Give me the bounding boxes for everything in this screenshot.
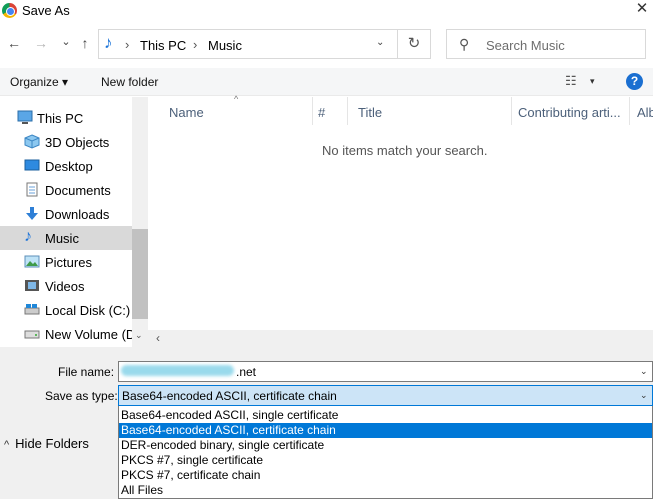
chevron-down-icon[interactable]: ⌄ [640,366,648,377]
sidebar-item-label: 3D Objects [45,135,110,150]
save-type-value: Base64-encoded ASCII, certificate chain [122,389,337,403]
refresh-icon[interactable]: ↻ [398,29,431,59]
hide-folders-label: Hide Folders [15,436,89,451]
command-bar: Organize ▾ New folder ☷ ▾ ? [0,68,653,96]
breadcrumb-separator: › [193,37,198,52]
column-divider[interactable] [629,97,630,125]
sidebar-item-label: Videos [45,279,85,294]
pc-icon [17,110,33,125]
column-header-album[interactable]: Alb [637,105,653,120]
view-dropdown-icon[interactable]: ▾ [590,76,595,87]
sidebar-item-label: New Volume (D [45,327,136,342]
column-header-number[interactable]: # [318,105,325,120]
dropdown-option-selected[interactable]: Base64-encoded ASCII, certificate chain [119,423,652,438]
file-name-label: File name: [58,365,115,379]
help-icon[interactable]: ? [626,73,643,90]
scroll-left-icon[interactable]: ‹ [156,331,160,345]
view-options-icon[interactable]: ☷ [565,73,577,89]
redacted-text [121,365,234,376]
breadcrumb-this-pc[interactable]: This PC [140,38,186,53]
pictures-icon [24,254,40,269]
save-type-label: Save as type: [45,389,118,403]
sidebar-item-videos[interactable]: Videos [0,274,132,298]
close-icon[interactable]: ✕ [632,0,652,20]
column-divider[interactable] [347,97,348,125]
nav-pane-scrollbar[interactable]: ⌄ [132,97,148,347]
window-title: Save As [22,3,70,18]
horizontal-scrollbar[interactable]: ‹ [148,330,653,347]
sidebar-item-local-disk[interactable]: Local Disk (C:) [0,298,132,322]
empty-message: No items match your search. [322,143,488,158]
documents-icon [24,182,40,197]
file-name-input[interactable]: .net ⌄ [118,361,653,382]
sidebar-item-3d-objects[interactable]: 3D Objects [0,130,132,154]
address-bar[interactable]: ♪ › This PC › Music ⌄ [98,29,398,59]
dropdown-option[interactable]: DER-encoded binary, single certificate [119,438,652,453]
sidebar-item-label: Desktop [45,159,93,174]
forward-icon[interactable]: → [31,33,51,53]
sidebar-item-label: Local Disk (C:) [45,303,131,318]
up-icon[interactable]: ↑ [75,33,95,53]
navigation-pane: This PC 3D Objects Desktop Documents Dow… [0,97,148,347]
sidebar-item-this-pc[interactable]: This PC [0,106,132,130]
sidebar-item-label: Music [45,231,79,246]
search-placeholder: Search Music [486,38,565,53]
chrome-icon [2,3,17,18]
cube-icon [24,134,40,149]
file-name-value: .net [236,365,257,379]
dropdown-option[interactable]: All Files [119,483,652,498]
file-list: Name # Title Contributing arti... Alb [148,97,653,347]
chevron-down-icon[interactable]: ⌄ [376,37,384,48]
drive-icon [24,326,40,341]
column-header-title[interactable]: Title [358,105,382,120]
scrollbar-thumb[interactable] [132,229,148,319]
chevron-down-icon[interactable]: ⌄ [640,390,648,401]
column-header-name[interactable]: Name [169,105,204,120]
music-icon: ♪ [104,33,113,52]
dropdown-option[interactable]: Base64-encoded ASCII, single certificate [119,408,652,423]
search-input[interactable]: ⚲ Search Music [446,29,646,59]
breadcrumb-separator: › [125,37,130,52]
dropdown-option[interactable]: PKCS #7, certificate chain [119,468,652,483]
breadcrumb-music[interactable]: Music [208,38,242,53]
sidebar-item-pictures[interactable]: Pictures [0,250,132,274]
column-header-contributing-artists[interactable]: Contributing arti... [518,105,621,120]
new-folder-button[interactable]: New folder [101,75,158,89]
sidebar-item-documents[interactable]: Documents [0,178,132,202]
title-bar: Save As ✕ [0,0,653,22]
sidebar-item-desktop[interactable]: Desktop [0,154,132,178]
column-divider[interactable] [511,97,512,125]
sidebar-item-label: Downloads [45,207,110,222]
sidebar-item-downloads[interactable]: Downloads [0,202,132,226]
save-type-select[interactable]: Base64-encoded ASCII, certificate chain … [118,385,653,406]
save-type-dropdown-list: Base64-encoded ASCII, single certificate… [118,406,653,499]
back-icon[interactable]: ← [4,33,24,53]
sidebar-item-label: Pictures [45,255,92,270]
dropdown-option[interactable]: PKCS #7, single certificate [119,453,652,468]
download-icon [24,206,40,221]
sidebar-item-new-volume[interactable]: New Volume (D [0,322,136,346]
music-icon: ♪ [24,228,32,245]
desktop-icon [24,158,40,173]
sidebar-item-label: This PC [37,111,84,126]
search-icon: ⚲ [459,36,470,52]
column-divider[interactable] [312,97,313,125]
sidebar-item-music[interactable]: ♪ Music [0,226,132,250]
disk-icon [24,302,40,317]
sort-ascending-icon: ^ [234,94,239,104]
recent-locations-icon[interactable]: ⌄ [56,32,76,52]
organize-button[interactable]: Organize ▾ [10,75,68,89]
sidebar-item-label: Documents [45,183,111,198]
videos-icon [24,278,40,293]
chevron-up-icon: ^ [4,439,10,451]
hide-folders-button[interactable]: ^ Hide Folders [4,436,89,451]
scroll-down-icon[interactable]: ⌄ [135,330,143,341]
